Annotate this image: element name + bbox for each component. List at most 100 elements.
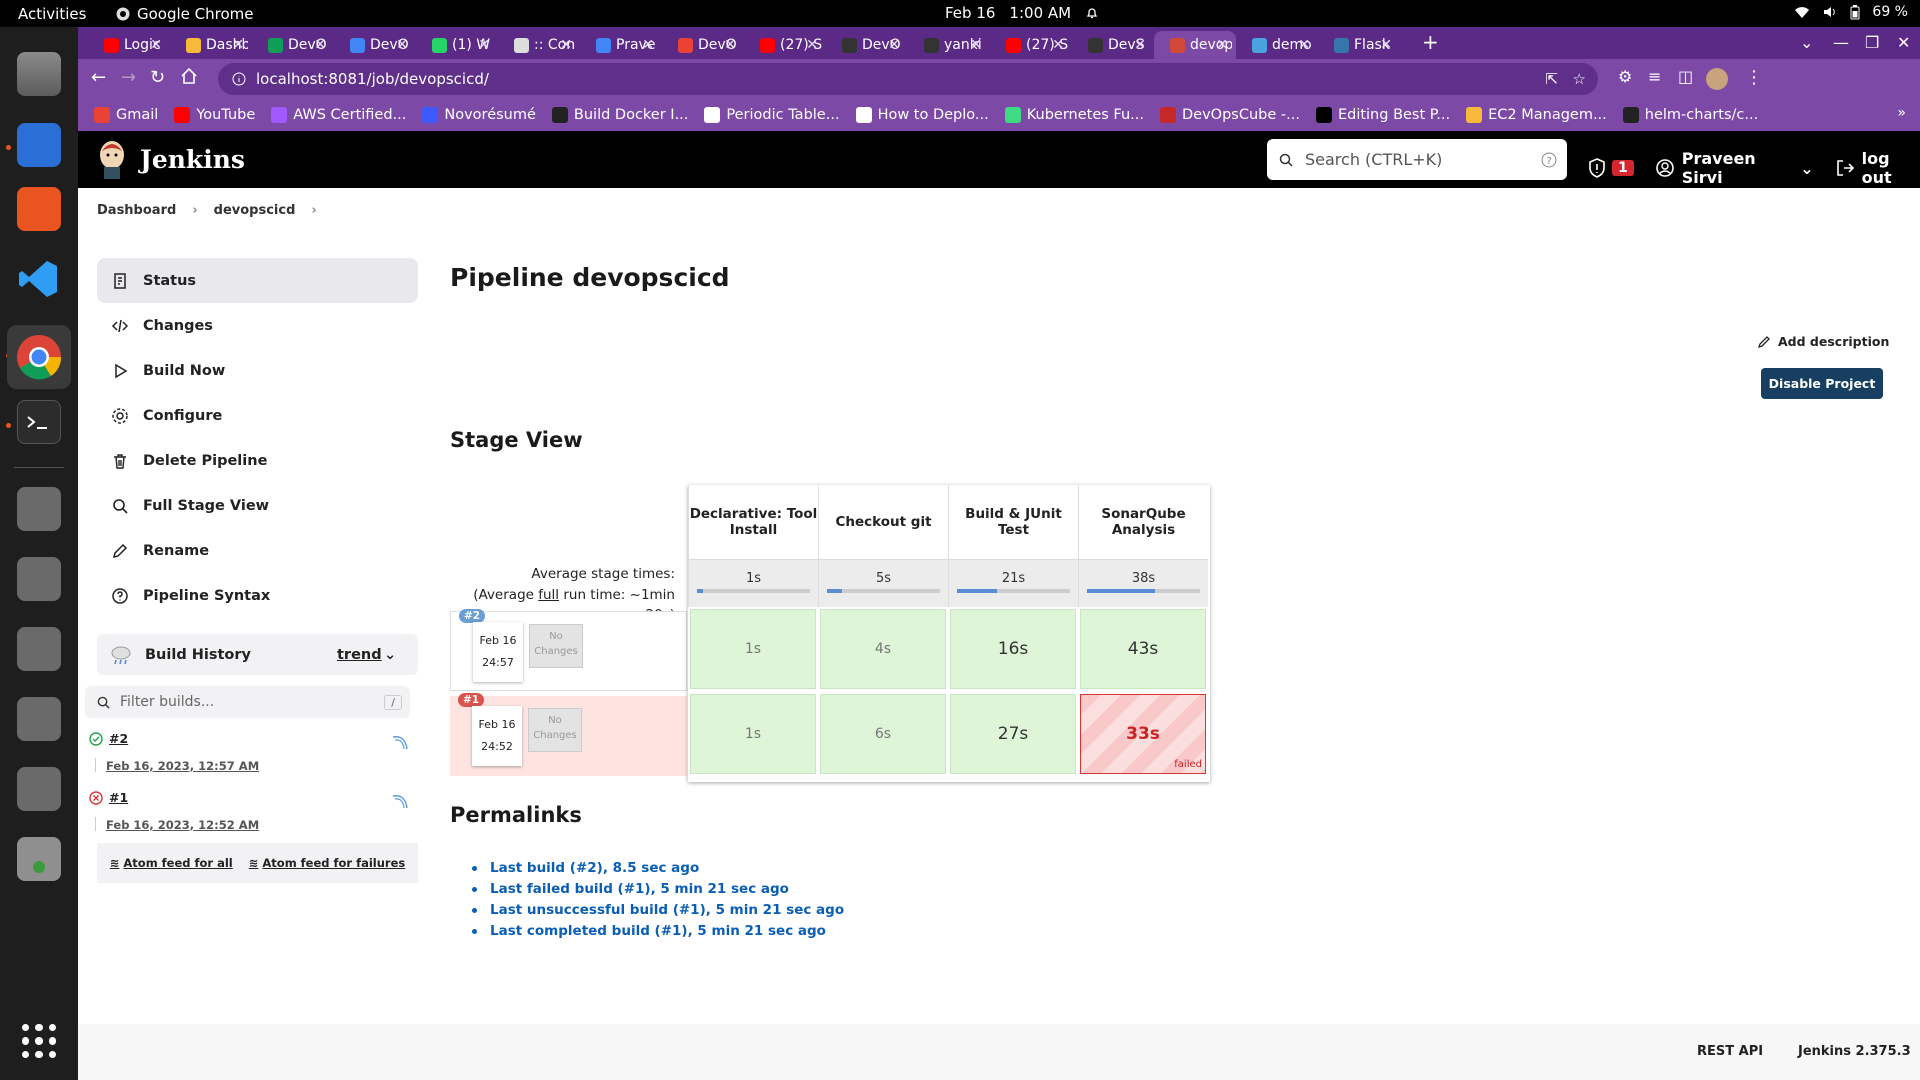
close-tab-icon[interactable]: ✕ <box>314 37 326 53</box>
build-date[interactable]: Feb 16, 2023, 12:52 AM <box>106 818 259 832</box>
activities-button[interactable]: Activities <box>18 5 86 23</box>
software-center-icon[interactable] <box>17 187 61 231</box>
close-tab-icon[interactable]: ✕ <box>970 37 982 53</box>
tab-item[interactable]: DevO ✕ <box>334 31 416 59</box>
jenkins-version[interactable]: Jenkins 2.375.3 <box>1798 1044 1911 1059</box>
permalink-item[interactable]: Last completed build (#1), 5 min 21 sec … <box>472 921 844 942</box>
terminal-icon[interactable] <box>17 400 61 444</box>
disable-project-button[interactable]: Disable Project <box>1761 368 1883 399</box>
close-tab-icon[interactable]: ✕ <box>1134 37 1146 53</box>
permalink-item[interactable]: Last unsuccessful build (#1), 5 min 21 s… <box>472 900 844 921</box>
close-window-button[interactable]: ✕ <box>1897 33 1910 52</box>
close-tab-icon[interactable]: ✕ <box>806 37 818 53</box>
stage-cell[interactable]: 1s <box>690 609 816 689</box>
user-name[interactable]: Praveen Sirvi <box>1682 149 1793 187</box>
new-tab-button[interactable]: + <box>1422 30 1439 54</box>
app-menu[interactable]: Google Chrome <box>116 5 254 23</box>
logout-link[interactable]: log out <box>1862 149 1920 187</box>
menu-icon[interactable]: ⋮ <box>1745 67 1763 88</box>
vscode-icon[interactable] <box>17 257 61 301</box>
tab-item[interactable]: yanki ✕ <box>908 31 990 59</box>
disk-icon[interactable] <box>17 487 61 531</box>
tab-item[interactable]: DevO ✕ <box>252 31 334 59</box>
address-bar[interactable]: localhost:8081/job/devopscicd/ ⇱ ☆ <box>218 63 1598 95</box>
stage-cell[interactable]: 43s <box>1080 609 1206 689</box>
minimize-button[interactable]: — <box>1833 33 1849 52</box>
close-tab-icon[interactable]: ✕ <box>560 37 572 53</box>
bookmark-item[interactable]: YouTube <box>174 107 255 123</box>
build-link[interactable]: #2 <box>109 731 128 746</box>
feed-all-link[interactable]: Atom feed for all <box>123 856 232 870</box>
share-icon[interactable]: ⇱ <box>1545 70 1558 88</box>
breadcrumb-dashboard[interactable]: Dashboard <box>97 203 176 218</box>
tab-item[interactable]: demo ✕ <box>1236 31 1318 59</box>
feed-failures-link[interactable]: Atom feed for failures <box>262 856 405 870</box>
tab-item[interactable]: devop ✕ <box>1154 31 1236 59</box>
sidebar-item-status[interactable]: Status <box>97 258 418 303</box>
tab-item[interactable]: Flask ✕ <box>1318 31 1400 59</box>
dvd-icon-4[interactable] <box>17 767 61 811</box>
close-tab-icon[interactable]: ✕ <box>478 37 490 53</box>
sidebar-item-pipeline-syntax[interactable]: Pipeline Syntax <box>97 573 418 618</box>
tab-item[interactable]: :: Con ✕ <box>498 31 580 59</box>
profile-avatar[interactable] <box>1706 68 1728 90</box>
sidebar-item-configure[interactable]: Configure <box>97 393 418 438</box>
tab-search-icon[interactable]: ⌄ <box>1800 33 1813 52</box>
add-description-button[interactable]: Add description <box>1757 334 1889 349</box>
close-tab-icon[interactable]: ✕ <box>724 37 736 53</box>
breadcrumb-job[interactable]: devopscicd <box>214 203 296 218</box>
chevron-down-icon[interactable]: ⌄ <box>384 647 396 663</box>
dvd-icon-1[interactable] <box>17 557 61 601</box>
stage-cell[interactable]: 33s failed <box>1080 694 1206 774</box>
run-changes[interactable]: No Changes <box>528 708 582 752</box>
close-tab-icon[interactable]: ✕ <box>1052 37 1064 53</box>
search-help-icon[interactable]: ? <box>1541 152 1557 168</box>
jenkins-logo[interactable]: Jenkins <box>96 139 245 179</box>
close-tab-icon[interactable]: ✕ <box>1380 37 1392 53</box>
close-tab-icon[interactable]: ✕ <box>232 37 244 53</box>
extensions-icon[interactable]: ⚙ <box>1618 67 1632 86</box>
sidebar-item-rename[interactable]: Rename <box>97 528 418 573</box>
dvd-icon-3[interactable] <box>17 697 61 741</box>
chevron-right-icon[interactable]: › <box>311 203 316 218</box>
jenkins-search[interactable]: Search (CTRL+K) ? <box>1267 139 1567 180</box>
stage-run-row[interactable]: #1 Feb 16 24:52 No Changes <box>450 693 687 776</box>
dvd-icon-2[interactable] <box>17 627 61 671</box>
tab-item[interactable]: Prave ✕ <box>580 31 662 59</box>
close-tab-icon[interactable]: ✕ <box>888 37 900 53</box>
tab-item[interactable]: Dashb ✕ <box>170 31 252 59</box>
bookmark-item[interactable]: Gmail <box>94 107 158 123</box>
permalink-item[interactable]: Last failed build (#1), 5 min 21 sec ago <box>472 879 844 900</box>
filter-builds-input[interactable]: Filter builds... / <box>85 686 410 718</box>
bookmark-item[interactable]: Editing Best P... <box>1315 107 1450 123</box>
run-badge[interactable]: #2 <box>459 609 486 623</box>
bookmark-item[interactable]: DevOpsCube -... <box>1160 107 1300 123</box>
security-count-badge[interactable]: 1 <box>1612 160 1634 176</box>
sidebar-item-build-now[interactable]: Build Now <box>97 348 418 393</box>
bookmark-item[interactable]: helm-charts/c... <box>1622 107 1758 123</box>
stage-cell[interactable]: 1s <box>690 694 816 774</box>
close-tab-icon[interactable]: ✕ <box>642 37 654 53</box>
tab-item[interactable]: DevS ✕ <box>1072 31 1154 59</box>
bookmark-star-icon[interactable]: ☆ <box>1573 70 1586 88</box>
rest-api-link[interactable]: REST API <box>1697 1044 1763 1059</box>
stage-cell[interactable]: 16s <box>950 609 1076 689</box>
close-tab-icon[interactable]: ✕ <box>1298 37 1310 53</box>
writer-icon[interactable] <box>17 123 61 167</box>
build-link[interactable]: #1 <box>109 790 128 805</box>
stage-cell[interactable]: 4s <box>820 609 946 689</box>
media-icon[interactable]: ≡ <box>1648 67 1661 86</box>
bookmark-item[interactable]: Build Docker I... <box>551 107 688 123</box>
tab-item[interactable]: (27) S ✕ <box>990 31 1072 59</box>
close-tab-icon[interactable]: ✕ <box>396 37 408 53</box>
tab-item[interactable]: Logic ✕ <box>88 31 170 59</box>
reload-icon[interactable]: ↻ <box>150 67 165 88</box>
home-icon[interactable] <box>180 67 198 85</box>
tab-item[interactable]: (27) S ✕ <box>744 31 826 59</box>
chevron-down-icon[interactable]: ⌄ <box>1800 159 1813 178</box>
run-changes[interactable]: No Changes <box>529 624 583 668</box>
permalink-item[interactable]: Last build (#2), 8.5 sec ago <box>472 858 844 879</box>
bookmark-item[interactable]: Kubernetes Fu... <box>1004 107 1144 123</box>
bookmark-item[interactable]: Novorésumé <box>422 107 536 123</box>
stage-run-row[interactable]: #2 Feb 16 24:57 No Changes <box>450 609 687 691</box>
